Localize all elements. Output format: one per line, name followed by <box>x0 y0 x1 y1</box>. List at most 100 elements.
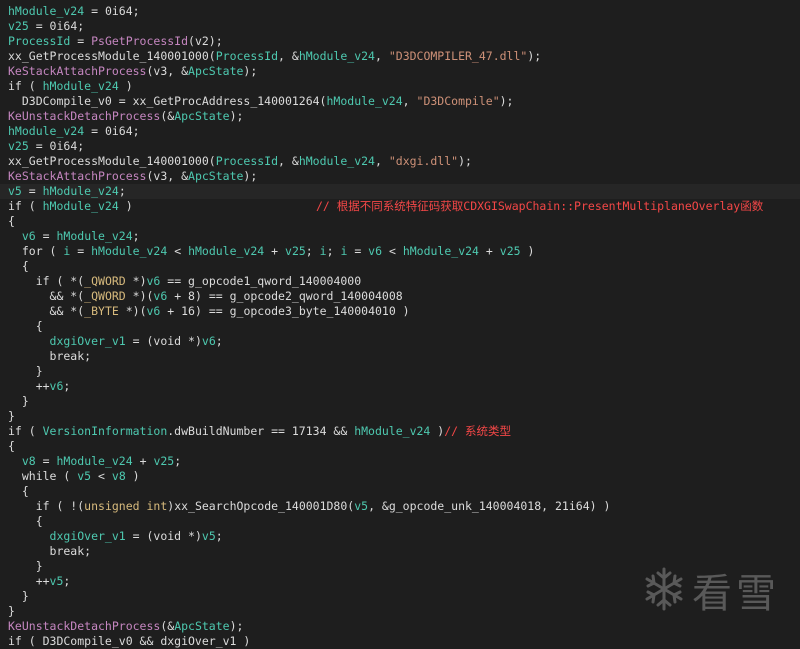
code-line[interactable]: } <box>8 409 800 424</box>
code-token: hModule_v24 <box>8 4 85 18</box>
code-line[interactable]: dxgiOver_v1 = (void *)v5; <box>8 529 800 544</box>
code-token: { <box>8 484 29 498</box>
code-token: , <box>374 154 389 168</box>
code-token: = <box>35 229 57 243</box>
code-line[interactable]: v6 = hModule_v24; <box>8 229 800 244</box>
code-line[interactable]: v8 = hModule_v24 + v25; <box>8 454 800 469</box>
code-token: { <box>8 214 15 228</box>
code-token: break; <box>8 349 92 363</box>
code-line[interactable]: break; <box>8 349 800 364</box>
code-token: VersionInformation <box>42 424 168 438</box>
code-token: && *( <box>8 304 85 318</box>
code-line[interactable]: xx_GetProcessModule_140001000(ProcessId,… <box>8 154 800 169</box>
code-token: v6 <box>146 274 161 288</box>
code-token: v5 <box>49 574 64 588</box>
code-token: KeUnstackDetachProcess <box>8 109 161 123</box>
code-line[interactable]: { <box>8 439 800 454</box>
code-line[interactable]: { <box>8 484 800 499</box>
code-line[interactable]: dxgiOver_v1 = (void *)v6; <box>8 334 800 349</box>
code-line[interactable]: v5 = hModule_v24; <box>0 184 800 199</box>
code-line[interactable]: KeStackAttachProcess(v3, &ApcState); <box>8 169 800 184</box>
code-token: if ( *( <box>8 274 85 288</box>
code-token: hModule_v24 <box>56 229 133 243</box>
code-token: ); <box>243 169 258 183</box>
code-token: ProcessId <box>8 34 71 48</box>
code-token: ; <box>132 229 140 243</box>
code-line[interactable]: if ( hModule_v24 ) <box>8 79 800 94</box>
code-token: ApcState <box>188 64 244 78</box>
code-token: v25 <box>499 244 521 258</box>
code-token: { <box>8 319 43 333</box>
code-token: _QWORD <box>84 289 126 303</box>
code-line[interactable]: break; <box>8 544 800 559</box>
code-line[interactable]: { <box>8 259 800 274</box>
code-token: { <box>8 259 29 273</box>
code-line[interactable]: { <box>8 514 800 529</box>
code-token: ); <box>527 49 542 63</box>
code-line[interactable]: ProcessId = PsGetProcessId(v2); <box>8 34 800 49</box>
code-token: hModule_v24 <box>56 454 133 468</box>
code-line[interactable]: hModule_v24 = 0i64; <box>8 124 800 139</box>
code-token: "D3DCompile" <box>416 94 500 108</box>
code-token: ); <box>229 109 244 123</box>
code-token: ; <box>63 574 71 588</box>
code-line[interactable]: D3DCompile_v0 = xx_GetProcAddress_140001… <box>8 94 800 109</box>
code-token: xx_GetProcessModule_140001000( <box>8 49 216 63</box>
code-line[interactable]: hModule_v24 = 0i64; <box>8 4 800 19</box>
code-line[interactable]: { <box>8 319 800 334</box>
code-token: KeUnstackDetachProcess <box>8 619 161 633</box>
code-token: v8 <box>111 469 126 483</box>
code-token: = 0i64; <box>28 139 85 153</box>
code-token: hModule_v24 <box>402 244 479 258</box>
code-token: = <box>35 454 57 468</box>
code-token: D3DCompile_v0 = xx_GetProcAddress_140001… <box>8 94 327 108</box>
code-editor[interactable]: hModule_v24 = 0i64; v25 = 0i64; ProcessId … <box>0 4 800 649</box>
code-token: if ( D3DCompile_v0 && dxgiOver_v1 ) <box>8 634 251 648</box>
code-line[interactable]: } <box>8 394 800 409</box>
code-token: , &g_opcode_unk_140004018, 21i64) ) <box>368 499 611 513</box>
code-line[interactable]: ++v6; <box>8 379 800 394</box>
code-line[interactable]: && *(_QWORD *)(v6 + 8) == g_opcode2_qwor… <box>8 289 800 304</box>
code-line[interactable]: KeUnstackDetachProcess(&ApcState); <box>8 109 800 124</box>
code-token: KeStackAttachProcess <box>8 169 147 183</box>
code-line[interactable]: for ( i = hModule_v24 < hModule_v24 + v2… <box>8 244 800 259</box>
code-token: xx_GetProcessModule_140001000( <box>8 154 216 168</box>
code-token: } <box>8 409 15 423</box>
code-token: ); <box>499 94 514 108</box>
code-line[interactable]: v25 = 0i64; <box>8 139 800 154</box>
code-token: v6 <box>21 229 36 243</box>
code-line[interactable]: KeStackAttachProcess(v3, &ApcState); <box>8 64 800 79</box>
code-line[interactable]: && *(_BYTE *)(v6 + 16) == g_opcode3_byte… <box>8 304 800 319</box>
code-token: _QWORD <box>84 274 126 288</box>
code-token: i <box>319 244 327 258</box>
code-token: } <box>8 394 29 408</box>
code-token: ApcState <box>188 169 244 183</box>
code-token: // 系统类型 <box>444 424 511 438</box>
code-token: dxgiOver_v1 <box>49 529 126 543</box>
code-token: .dwBuildNumber == 17134 && <box>167 424 355 438</box>
code-token: ); <box>229 619 244 633</box>
code-line[interactable]: if ( *(_QWORD *)v6 == g_opcode1_qword_14… <box>8 274 800 289</box>
code-line[interactable]: v25 = 0i64; <box>8 19 800 34</box>
code-line[interactable]: { <box>8 214 800 229</box>
code-line[interactable]: while ( v5 < v8 ) <box>8 469 800 484</box>
code-line[interactable]: if ( hModule_v24 ) // 根据不同系统特征码获取CDXGISwa… <box>8 199 800 214</box>
code-line[interactable]: xx_GetProcessModule_140001000(ProcessId,… <box>8 49 800 64</box>
code-line[interactable]: if ( VersionInformation.dwBuildNumber ==… <box>8 424 800 439</box>
code-token: break; <box>8 544 92 558</box>
code-line[interactable]: KeUnstackDetachProcess(&ApcState); <box>8 619 800 634</box>
code-token: ) <box>430 424 445 438</box>
code-line[interactable]: } <box>8 364 800 379</box>
code-token: unsigned int <box>84 499 168 513</box>
code-token: v8 <box>21 454 36 468</box>
code-token: hModule_v24 <box>42 184 119 198</box>
code-token: , <box>402 94 417 108</box>
watermark-text: 看雪 <box>692 571 780 617</box>
code-token: + <box>264 244 286 258</box>
code-line[interactable]: if ( D3DCompile_v0 && dxgiOver_v1 ) <box>8 634 800 649</box>
code-line[interactable]: if ( !(unsigned int)xx_SearchOpcode_1400… <box>8 499 800 514</box>
code-token: == g_opcode1_qword_140004000 <box>160 274 362 288</box>
code-token: v25 <box>285 244 306 258</box>
